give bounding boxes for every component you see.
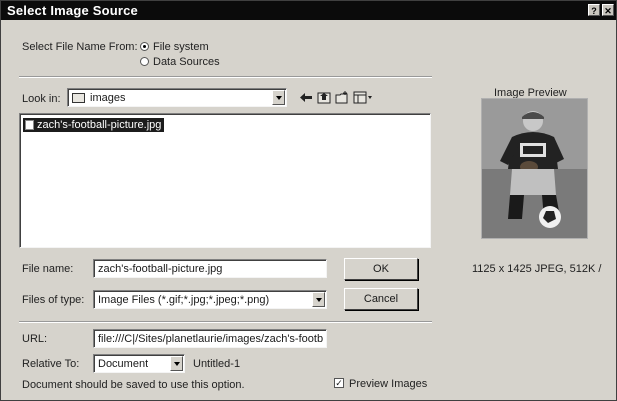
image-info: 1125 x 1425 JPEG, 512K / — [472, 263, 602, 275]
save-notice: Document should be saved to use this opt… — [22, 379, 245, 391]
file-system-radio-label[interactable]: File system — [153, 41, 209, 53]
title-bar: Select Image Source ? ✕ — [1, 1, 616, 20]
look-in-label: Look in: — [22, 93, 61, 105]
look-in-dropdown[interactable]: images — [67, 88, 287, 107]
relative-to-label: Relative To: — [22, 358, 80, 370]
list-item[interactable]: zach's-football-picture.jpg — [23, 118, 165, 132]
ok-button[interactable]: OK — [344, 258, 418, 280]
look-in-value: images — [90, 92, 126, 104]
up-folder-icon[interactable] — [317, 91, 331, 104]
data-sources-radio[interactable] — [140, 57, 149, 66]
help-button[interactable]: ? — [588, 4, 600, 16]
new-folder-icon[interactable] — [335, 91, 349, 104]
football-player-photo — [482, 99, 587, 238]
select-file-name-label: Select File Name From: — [22, 41, 138, 53]
view-menu-icon[interactable] — [353, 91, 373, 104]
files-of-type-label: Files of type: — [22, 294, 85, 306]
close-button[interactable]: ✕ — [602, 4, 614, 16]
relative-to-dropdown-arrow[interactable] — [170, 356, 183, 371]
file-list-item-label: zach's-football-picture.jpg — [37, 119, 162, 131]
document-name: Untitled-1 — [193, 358, 241, 370]
preview-images-label[interactable]: Preview Images — [349, 378, 427, 390]
file-name-value: zach's-football-picture.jpg — [98, 263, 223, 275]
relative-to-value: Document — [98, 358, 149, 370]
files-of-type-value: Image Files (*.gif;*.jpg;*.jpeg;*.png) — [98, 294, 270, 306]
file-name-label: File name: — [22, 263, 74, 275]
preview-images-checkbox[interactable]: ✓ — [334, 378, 344, 388]
url-input[interactable]: file:///C|/Sites/planetlaurie/images/zac… — [93, 329, 327, 348]
folder-icon — [72, 93, 85, 103]
image-file-icon — [25, 120, 34, 130]
window-title: Select Image Source — [7, 3, 138, 18]
cancel-button[interactable]: Cancel — [344, 288, 418, 310]
file-system-radio[interactable] — [140, 42, 149, 51]
divider-bottom — [19, 321, 432, 323]
url-label: URL: — [22, 333, 48, 345]
select-image-source-dialog: Select Image Source ? ✕ Select File Name… — [0, 0, 617, 401]
look-in-dropdown-arrow[interactable] — [272, 90, 285, 105]
data-sources-radio-label[interactable]: Data Sources — [153, 56, 220, 68]
image-preview — [481, 98, 588, 239]
file-list[interactable]: zach's-football-picture.jpg — [19, 113, 431, 248]
relative-to-dropdown[interactable]: Document — [93, 354, 185, 373]
files-of-type-dropdown-arrow[interactable] — [312, 292, 325, 307]
back-arrow-icon[interactable] — [299, 91, 313, 104]
divider-top — [19, 76, 432, 78]
url-value: file:///C|/Sites/planetlaurie/images/zac… — [98, 333, 324, 345]
files-of-type-dropdown[interactable]: Image Files (*.gif;*.jpg;*.jpeg;*.png) — [93, 290, 327, 309]
file-name-input[interactable]: zach's-football-picture.jpg — [93, 259, 327, 278]
